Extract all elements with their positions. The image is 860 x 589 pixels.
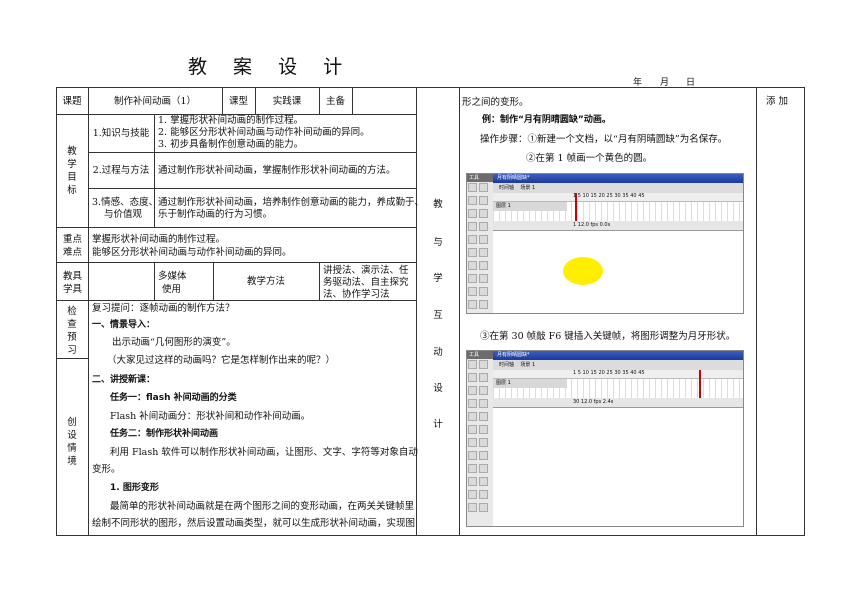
stage	[493, 231, 743, 313]
task-2-line-1: 利用 Flash 软件可以制作形状补间动画，让图形、文字、字符等对象自动	[110, 447, 418, 458]
yellow-circle	[563, 257, 603, 285]
scene-label: 创设情境	[67, 417, 77, 467]
goal1-line-3: 3. 初步具备制作创意动画的能力。	[158, 139, 304, 150]
toolbox-title: 工具	[467, 174, 493, 182]
section-1-heading: 一、情景导入：	[92, 320, 156, 330]
section-2-heading: 二、讲授新课：	[92, 375, 156, 385]
layer-row[interactable]: 图层 1	[493, 379, 567, 388]
stage-canvas	[563, 257, 603, 285]
review-question: 复习提问：逐帧动画的制作方法？	[92, 303, 235, 314]
layer-row[interactable]: 图层 1	[493, 202, 567, 211]
flash-screenshot-1: 工具 月有阴晴圆缺* 时间轴 场景 1 1 5 10 15 20 25 30 3…	[466, 173, 744, 314]
side-char-3: 学	[433, 273, 443, 284]
toolbox-title: 工具	[467, 351, 493, 359]
frame-ruler: 1 5 10 15 20 25 30 35 40 45	[493, 193, 743, 202]
yellow-crescent	[570, 458, 611, 505]
section-1-p2: （大家见过这样的动画吗？它是怎样制作出来的呢？）	[107, 355, 336, 366]
toolbox-panel: 工具	[467, 351, 494, 526]
timeline-status: 30 12.0 fps 2.4s	[493, 398, 743, 408]
playhead[interactable]	[699, 370, 701, 398]
side-char-2: 与	[433, 237, 443, 248]
timeline-status: 1 12.0 fps 0.0s	[493, 221, 743, 231]
window-title: 月有阴晴圆缺*	[493, 351, 743, 360]
task-2-line-2: 变形。	[92, 464, 121, 475]
host-value	[352, 88, 416, 114]
section-1-p1: 出示动画“几何图形的演变”。	[112, 337, 236, 348]
side-char-7: 计	[433, 419, 443, 430]
type-value: 实践课	[272, 95, 302, 107]
task-2-heading: 任务二：制作形状补间动画	[110, 429, 219, 439]
flash-screenshot-2: 工具 月有阴晴圆缺* 时间轴 场景 1 1 5 10 15 20 25 30 3…	[466, 350, 744, 527]
tools-value-line-1: 多媒体	[158, 271, 187, 282]
scene-label: 场景 1	[520, 362, 536, 368]
step-2: ②在第 1 帧画一个黄色的圆。	[526, 153, 653, 164]
goal3-line-2: 乐于制作动画的行为习惯。	[158, 209, 273, 220]
subsection-1-heading: 1. 图形变形	[110, 483, 159, 493]
task-1-text: Flash 补间动画分：形状补间和动作补间动画。	[110, 411, 311, 422]
step-3: ③在第 30 帧敲 F6 键插入关键帧，将图形调整为月牙形状。	[480, 331, 736, 342]
type-label: 课型	[228, 95, 248, 107]
step-1: 操作步骤：①新建一个文档，以“月有阴晴圆缺”为名保存。	[480, 134, 728, 145]
goals-label: 教学目标	[67, 146, 77, 196]
goal1-label: 1.知识与技能	[92, 128, 150, 139]
document-title: 教 案 设 计	[188, 56, 353, 78]
right-continuation: 形之间的变形。	[462, 97, 529, 108]
tools-label-line-2: 学具	[63, 284, 83, 295]
stage-canvas	[570, 458, 611, 505]
subsection-1-line-2: 绘制不同形状的图形，然后设置动画类型，就可以生成形状补间动画，实现图	[92, 518, 416, 529]
side-char-1: 教	[433, 199, 443, 210]
key-line-1: 掌握形状补间动画的制作过程。	[92, 234, 226, 245]
subsection-1-line-1: 最简单的形状补间动画就是在两个图形之间的变形动画，在两关关键帧里	[110, 501, 415, 512]
scene-label: 场景 1	[520, 185, 536, 191]
frame-ruler: 1 5 10 15 20 25 30 35 40 45	[493, 370, 743, 379]
side-char-4: 互	[433, 310, 443, 321]
side-char-5: 动	[433, 347, 443, 358]
host-label: 主备	[325, 95, 345, 107]
stage	[493, 408, 743, 526]
example-heading: 例：制作“月有阴晴圆缺”动画。	[482, 115, 611, 125]
side-char-6: 设	[433, 383, 443, 394]
goal2-text: 通过制作形状补间动画，掌握制作形状补间动画的方法。	[158, 165, 396, 176]
task-1-heading: 任务一：flash 补间动画的分类	[110, 393, 237, 403]
timeline-tab[interactable]: 时间轴	[499, 185, 514, 191]
playhead[interactable]	[575, 193, 577, 221]
method-label: 教学方法	[246, 276, 285, 287]
toolbox-panel: 工具	[467, 174, 494, 313]
timeline-tab[interactable]: 时间轴	[499, 362, 514, 368]
key-line-2: 能够区分形状补间动画与动作补间动画的异同。	[92, 247, 292, 258]
topic-value: 制作补间动画（1）	[113, 95, 197, 107]
review-label: 检查预习	[67, 306, 77, 356]
window-title: 月有阴晴圆缺*	[493, 174, 743, 183]
goal3-label-line-2: 与价值观	[104, 209, 143, 220]
tools-label-line-1: 教具	[63, 271, 83, 282]
key-label-line-2: 难点	[63, 247, 83, 258]
topic-label: 课题	[62, 95, 82, 107]
goal2-label: 2.过程与方法	[92, 165, 150, 176]
add-label: 添 加	[766, 96, 789, 107]
key-label-line-1: 重点	[63, 234, 83, 245]
tools-value-line-2: 使用	[162, 284, 182, 295]
method-line-3: 法、协作学习法	[323, 289, 390, 300]
